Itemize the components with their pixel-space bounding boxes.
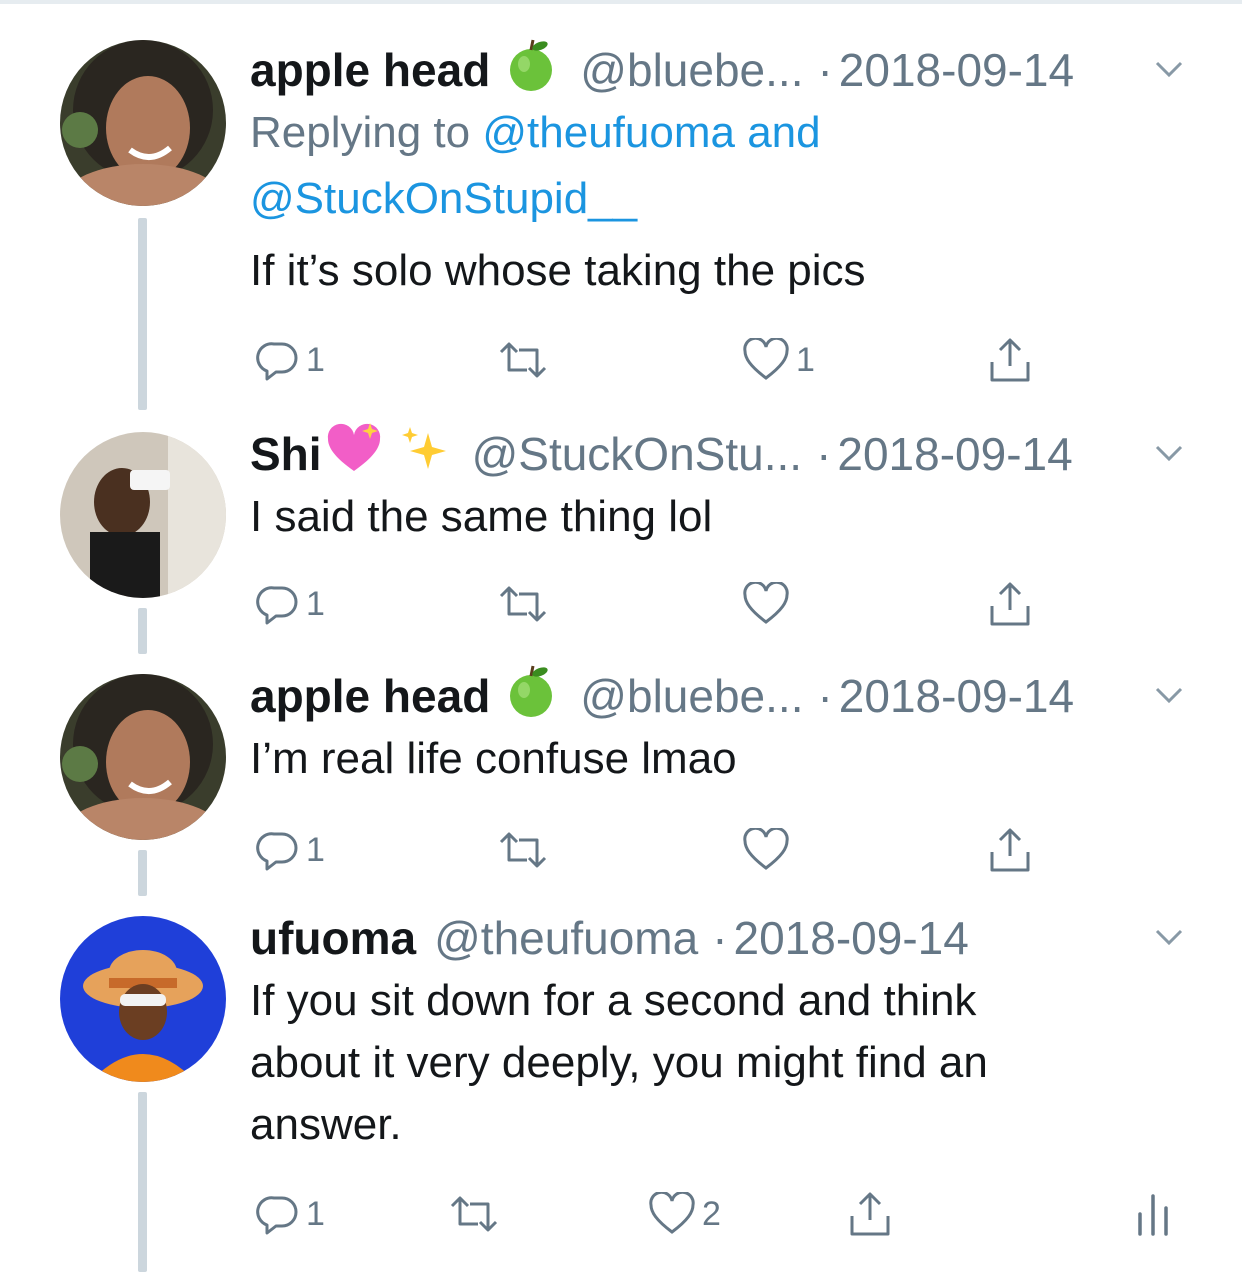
tweet-text-line: If you sit down for a second and think	[250, 976, 977, 1025]
share-button[interactable]	[986, 330, 1034, 390]
green-apple-icon	[504, 664, 558, 729]
avatar[interactable]	[60, 40, 226, 206]
thread-line	[138, 1092, 147, 1272]
share-icon	[990, 828, 1030, 872]
retweet-button[interactable]	[495, 330, 551, 390]
separator-dot: ·	[816, 428, 832, 480]
display-name[interactable]: ufuoma	[250, 911, 416, 965]
reply-icon	[256, 342, 298, 381]
separator-dot: ·	[712, 912, 728, 964]
timestamp[interactable]: 2018-09-14	[837, 427, 1072, 481]
tweet-header: apple head @bluebe... · 2018-09-14	[250, 664, 1182, 729]
avatar[interactable]	[60, 916, 226, 1082]
reply-icon	[256, 586, 298, 625]
like-count: 2	[702, 1194, 721, 1233]
share-button[interactable]	[986, 574, 1034, 634]
timestamp[interactable]: 2018-09-14	[734, 911, 969, 965]
tweet-header: Shi @StuckOnStu... · 2018-09-14	[250, 422, 1182, 486]
timestamp[interactable]: 2018-09-14	[839, 669, 1074, 723]
display-name[interactable]: apple head	[250, 669, 490, 723]
chevron-down-icon[interactable]	[1154, 684, 1184, 706]
sparkles-icon	[398, 423, 450, 486]
thread-line	[138, 608, 147, 654]
share-icon	[850, 1192, 890, 1236]
chevron-down-icon[interactable]	[1154, 926, 1184, 948]
heart-icon	[649, 1192, 695, 1234]
reply-count: 1	[306, 1194, 325, 1233]
mention-link[interactable]: @theufuoma	[482, 108, 735, 157]
reply-button[interactable]: 1	[256, 330, 325, 390]
reply-count: 1	[306, 584, 325, 623]
top-divider	[0, 0, 1242, 4]
chevron-down-icon[interactable]	[1154, 442, 1184, 464]
tweet-header: apple head @bluebe... · 2018-09-14	[250, 38, 1182, 103]
separator-dot: ·	[817, 44, 833, 96]
share-icon	[990, 338, 1030, 382]
like-button[interactable]: 1	[742, 330, 815, 390]
mention-link[interactable]: @StuckOnStupid__	[250, 174, 637, 223]
analytics-button[interactable]	[1136, 1184, 1170, 1244]
handle[interactable]: @theufuoma	[434, 911, 698, 965]
reply-count: 1	[306, 340, 325, 379]
like-count: 1	[796, 340, 815, 379]
replying-prefix: Replying to	[250, 108, 471, 157]
action-bar: 1 2	[250, 1184, 1180, 1244]
retweet-icon	[499, 342, 547, 378]
avatar[interactable]	[60, 674, 226, 840]
handle[interactable]: @bluebe...	[580, 669, 803, 723]
analytics-icon	[1138, 1194, 1168, 1236]
like-button[interactable]: 2	[648, 1184, 721, 1244]
retweet-button[interactable]	[495, 574, 551, 634]
separator-dot: ·	[817, 670, 833, 722]
retweet-icon	[450, 1196, 498, 1232]
tweet-text: If it’s solo whose taking the pics	[250, 246, 866, 295]
green-apple-icon	[504, 38, 558, 103]
reply-button[interactable]: 1	[256, 1184, 325, 1244]
share-icon	[990, 582, 1030, 626]
share-button[interactable]	[986, 820, 1034, 880]
reply-button[interactable]: 1	[256, 820, 325, 880]
share-button[interactable]	[846, 1184, 894, 1244]
avatar[interactable]	[60, 432, 226, 598]
chevron-down-icon[interactable]	[1154, 58, 1184, 80]
tweet-text: I said the same thing lol	[250, 492, 713, 541]
display-name[interactable]: Shi	[250, 427, 322, 481]
mention-conjunction[interactable]: and	[747, 108, 820, 157]
thread-line	[138, 850, 147, 896]
tweet-text: If you sit down for a second and think a…	[250, 970, 1150, 1156]
replying-to: Replying to @theufuoma and @StuckOnStupi…	[250, 100, 821, 232]
like-button[interactable]	[742, 820, 796, 880]
heart-icon	[743, 582, 789, 624]
retweet-button[interactable]	[446, 1184, 502, 1244]
display-name[interactable]: apple head	[250, 43, 490, 97]
reply-count: 1	[306, 830, 325, 869]
timestamp[interactable]: 2018-09-14	[839, 43, 1074, 97]
tweet-text-line: about it very deeply, you might find an	[250, 1038, 988, 1087]
handle[interactable]: @bluebe...	[580, 43, 803, 97]
retweet-icon	[499, 832, 547, 868]
tweet-text-line: answer.	[250, 1100, 402, 1149]
thread-line	[138, 218, 147, 410]
heart-icon	[743, 338, 789, 380]
heart-icon	[743, 828, 789, 870]
tweet-header: ufuoma @theufuoma · 2018-09-14	[250, 908, 1182, 968]
sparkling-heart-icon	[324, 421, 384, 488]
retweet-icon	[499, 586, 547, 622]
reply-button[interactable]: 1	[256, 574, 325, 634]
retweet-button[interactable]	[495, 820, 551, 880]
tweet-text: I’m real life confuse lmao	[250, 734, 737, 783]
handle[interactable]: @StuckOnStu...	[472, 427, 803, 481]
reply-icon	[256, 1196, 298, 1235]
reply-icon	[256, 832, 298, 871]
like-button[interactable]	[742, 574, 796, 634]
